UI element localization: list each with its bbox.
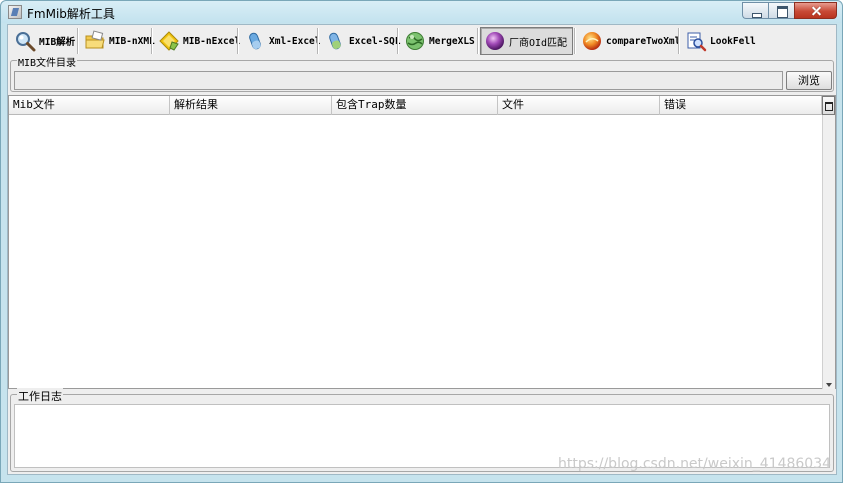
- column-header-parse-result[interactable]: 解析结果: [170, 96, 332, 115]
- toolbar-separator: [477, 28, 479, 54]
- xml-excel-button[interactable]: Xml-Excel: [240, 27, 320, 55]
- capsule-icon: [329, 32, 341, 50]
- toolbar-label: compareTwoXml: [606, 35, 681, 47]
- scroll-down-arrow-icon[interactable]: [826, 383, 832, 387]
- blue-capsule-icon: [249, 32, 261, 50]
- toolbar-label: MIB-nXML: [109, 35, 155, 47]
- column-header-mib-file[interactable]: Mib文件: [9, 96, 170, 115]
- globe-icon: [406, 32, 424, 50]
- toolbar-label: Excel-SQL: [349, 35, 401, 47]
- close-button[interactable]: [794, 2, 837, 19]
- table-header: Mib文件 解析结果 包含Trap数量 文件 错误: [9, 96, 822, 115]
- browse-button[interactable]: 浏览: [786, 71, 832, 90]
- mib-dir-path-field[interactable]: [14, 71, 783, 90]
- toolbar-label: LookFell: [710, 35, 756, 47]
- work-log-label: 工作日志: [17, 388, 63, 404]
- column-header-file[interactable]: 文件: [498, 96, 660, 115]
- toolbar-separator: [317, 28, 319, 54]
- toolbar: MIB解析 MIB-nXML MIB-nExcel Xml-Excel Exce…: [8, 25, 836, 57]
- column-control-button[interactable]: [822, 96, 835, 115]
- window-title: FmMib解析工具: [27, 7, 115, 21]
- maximize-button[interactable]: [768, 2, 794, 19]
- results-table[interactable]: Mib文件 解析结果 包含Trap数量 文件 错误: [8, 95, 836, 389]
- magnifier-icon: [16, 32, 36, 52]
- table-vertical-scrollbar[interactable]: [822, 115, 835, 389]
- toolbar-separator: [77, 28, 79, 54]
- diamond-icon: [159, 31, 179, 51]
- mib-nexcel-button[interactable]: MIB-nExcel: [154, 27, 240, 55]
- toolbar-label: MergeXLS: [429, 35, 475, 47]
- excel-sql-button[interactable]: Excel-SQL: [320, 27, 400, 55]
- toolbar-separator: [397, 28, 399, 54]
- client-area: MIB解析 MIB-nXML MIB-nExcel Xml-Excel Exce…: [7, 24, 837, 475]
- folder-icon: [85, 30, 105, 49]
- toolbar-separator: [678, 28, 680, 54]
- vendor-oid-match-button[interactable]: 厂商OId匹配: [480, 27, 573, 55]
- toolbar-separator: [237, 28, 239, 54]
- watermark: https://blog.csdn.net/weixin_41486034: [558, 456, 832, 472]
- purple-orb-icon: [486, 32, 504, 50]
- search-document-icon: [687, 32, 707, 52]
- toolbar-separator: [151, 28, 153, 54]
- fire-orb-icon: [583, 32, 601, 50]
- title-bar[interactable]: FmMib解析工具: [1, 1, 842, 23]
- mib-nxml-button[interactable]: MIB-nXML: [80, 27, 155, 55]
- app-icon: [8, 5, 22, 19]
- look-fell-button[interactable]: LookFell: [681, 27, 756, 55]
- window-controls: [742, 2, 837, 19]
- toolbar-separator: [574, 28, 576, 54]
- toolbar-label: Xml-Excel: [269, 35, 321, 47]
- column-header-error[interactable]: 错误: [660, 96, 822, 115]
- minimize-button[interactable]: [742, 2, 768, 19]
- mib-dir-group: MIB文件目录 浏览: [10, 54, 834, 92]
- toolbar-label: MIB解析: [39, 37, 76, 48]
- merge-xls-button[interactable]: MergeXLS: [400, 27, 476, 55]
- toolbar-label: MIB-nExcel: [183, 35, 241, 47]
- mib-parse-button[interactable]: MIB解析: [10, 27, 76, 55]
- column-header-trap-count[interactable]: 包含Trap数量: [332, 96, 498, 115]
- app-window: FmMib解析工具 MIB解析 MIB-nXML MIB-nExcel Xml-…: [0, 0, 843, 483]
- toolbar-label: 厂商OId匹配: [509, 37, 568, 49]
- compare-two-xml-button[interactable]: compareTwoXml: [577, 27, 681, 55]
- mib-dir-label: MIB文件目录: [17, 54, 78, 69]
